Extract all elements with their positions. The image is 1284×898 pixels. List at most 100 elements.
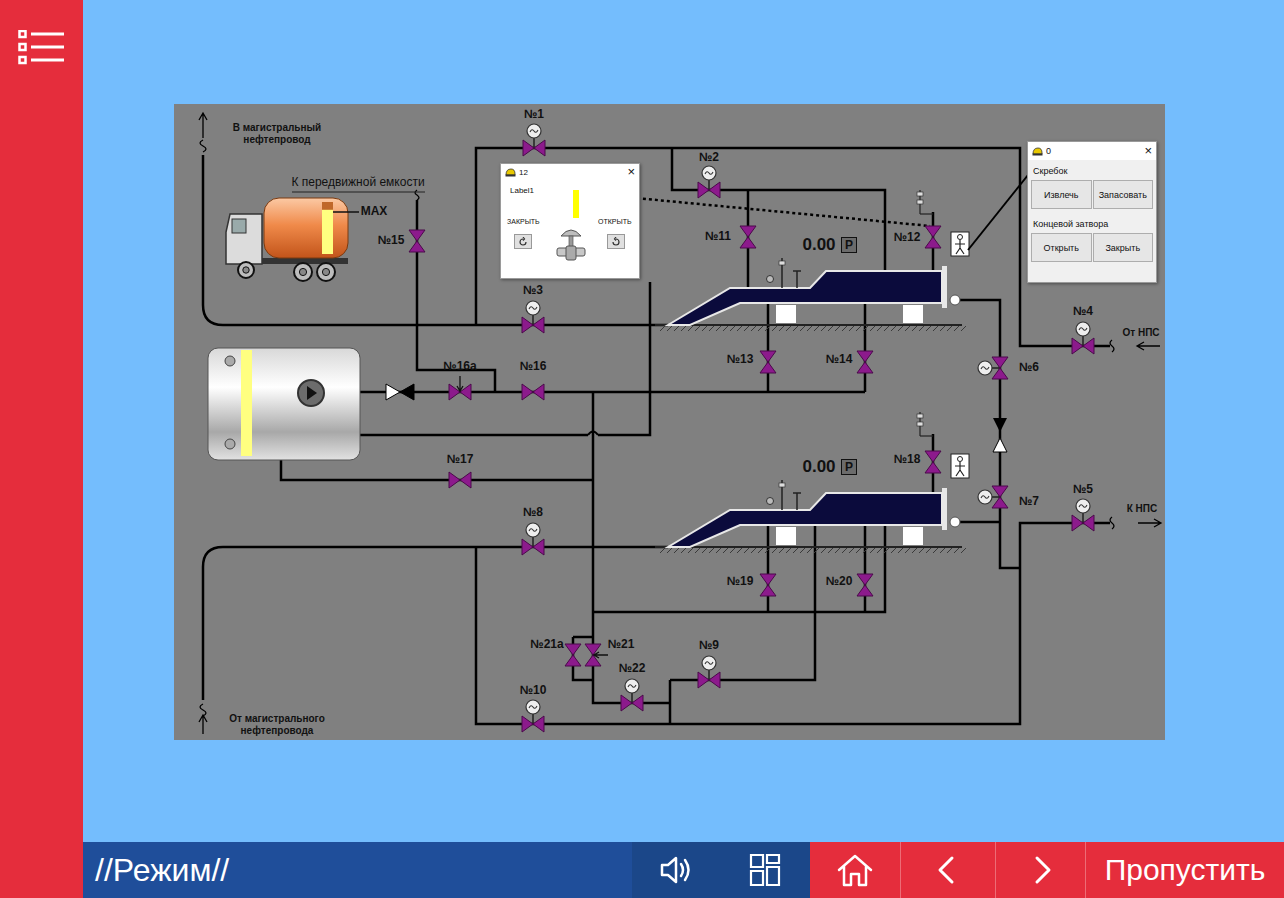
valve-label: №17 xyxy=(447,453,474,467)
valve[interactable] xyxy=(449,472,471,488)
actuator-icon xyxy=(527,124,541,138)
valve[interactable] xyxy=(857,574,873,596)
next-button[interactable] xyxy=(995,842,1085,898)
shape xyxy=(1079,328,1087,331)
pig-launcher xyxy=(655,412,969,553)
shape xyxy=(674,326,679,331)
contents-button[interactable] xyxy=(720,842,810,898)
action-button[interactable]: Открыть xyxy=(1031,233,1092,262)
shape xyxy=(835,548,840,553)
shape xyxy=(698,182,709,198)
valve[interactable] xyxy=(698,166,720,198)
valve[interactable] xyxy=(740,226,756,248)
shape xyxy=(708,670,710,680)
valve-label: №16a xyxy=(443,360,476,374)
close-valve-button[interactable] xyxy=(514,234,532,249)
window-body: СкребокИзвлечьЗапасоватьКонцевой затвора… xyxy=(1028,160,1156,267)
shape xyxy=(705,662,713,665)
pipe xyxy=(360,434,588,437)
shape xyxy=(849,326,854,331)
valve[interactable] xyxy=(857,351,873,373)
back-button[interactable] xyxy=(900,842,995,898)
valve[interactable] xyxy=(522,301,544,333)
shape xyxy=(857,574,873,585)
pipe xyxy=(669,680,672,724)
shape xyxy=(225,356,235,366)
shape xyxy=(740,237,756,248)
shape xyxy=(758,548,763,553)
sound-icon xyxy=(656,852,696,888)
valve[interactable] xyxy=(698,656,720,688)
shape xyxy=(856,326,861,331)
storage-level-track xyxy=(241,350,252,456)
scheme-panel: №1№2№3№4№5№6№7№8№9№10№11№12№13№14№15№16№… xyxy=(174,104,1165,740)
shape xyxy=(740,226,756,237)
shape xyxy=(1072,338,1083,354)
actuator-icon xyxy=(1076,499,1090,513)
home-button[interactable] xyxy=(810,842,900,898)
action-button[interactable]: Запасовать xyxy=(1093,180,1154,209)
valve-window[interactable]: 12×Label1ЗАКРЫТЬОТКРЫТЬ xyxy=(500,163,640,279)
valve[interactable] xyxy=(1072,322,1094,354)
support xyxy=(776,527,796,545)
valve[interactable] xyxy=(449,376,471,400)
tank-max-label: MAX xyxy=(361,205,388,219)
shape xyxy=(940,548,945,553)
valve[interactable] xyxy=(760,351,776,373)
valve[interactable] xyxy=(621,679,643,711)
valve[interactable] xyxy=(978,357,1008,379)
truck-tank xyxy=(264,198,348,258)
check-valve-icon xyxy=(386,384,400,400)
valve-label: №14 xyxy=(826,353,853,367)
close-button[interactable]: × xyxy=(1144,144,1152,158)
shape xyxy=(863,326,868,331)
shape xyxy=(891,326,896,331)
valve[interactable] xyxy=(565,644,581,666)
end-closure xyxy=(942,266,947,308)
action-button[interactable]: Закрыть xyxy=(1093,233,1154,262)
valve[interactable] xyxy=(522,523,544,555)
valve[interactable] xyxy=(760,574,776,596)
actuator-icon xyxy=(1076,322,1090,336)
shape xyxy=(737,326,742,331)
shape xyxy=(905,548,910,553)
support xyxy=(776,305,796,323)
valve[interactable] xyxy=(925,226,941,248)
operator-icon[interactable] xyxy=(951,232,969,256)
valve[interactable] xyxy=(522,700,544,732)
rotate-right-icon xyxy=(611,237,621,247)
valve[interactable] xyxy=(409,230,425,252)
open-valve-button[interactable] xyxy=(607,234,625,249)
pressure-badge: P xyxy=(841,459,857,475)
valve[interactable] xyxy=(522,384,544,400)
shape xyxy=(961,548,966,553)
shape xyxy=(523,140,534,156)
shape xyxy=(925,462,941,473)
skip-button[interactable]: Пропустить xyxy=(1085,842,1284,898)
valve[interactable] xyxy=(978,486,1008,508)
shape xyxy=(533,716,544,732)
section-title: Концевой затвора xyxy=(1031,219,1153,229)
pump-icon[interactable] xyxy=(298,380,324,406)
actuator-icon xyxy=(625,679,639,693)
valve[interactable] xyxy=(1072,499,1094,531)
valve[interactable] xyxy=(523,124,545,156)
valve-label: №1 xyxy=(524,108,544,122)
menu-icon[interactable] xyxy=(18,30,65,65)
shape xyxy=(533,539,544,555)
scraper-window[interactable]: 0×СкребокИзвлечьЗапасоватьКонцевой затво… xyxy=(1027,141,1157,283)
valve[interactable] xyxy=(585,644,608,666)
sound-button[interactable] xyxy=(632,842,720,898)
shape xyxy=(529,307,537,310)
shape xyxy=(839,856,871,885)
shape xyxy=(765,548,770,553)
operator-icon[interactable] xyxy=(951,454,969,478)
shape xyxy=(760,362,776,373)
valve-label: №4 xyxy=(1073,305,1093,319)
close-button[interactable]: × xyxy=(627,165,635,179)
action-button[interactable]: Извлечь xyxy=(1031,180,1092,209)
check-valve-icon xyxy=(400,384,414,400)
shape xyxy=(1072,515,1083,531)
valve[interactable] xyxy=(925,451,941,473)
shape xyxy=(333,211,359,213)
